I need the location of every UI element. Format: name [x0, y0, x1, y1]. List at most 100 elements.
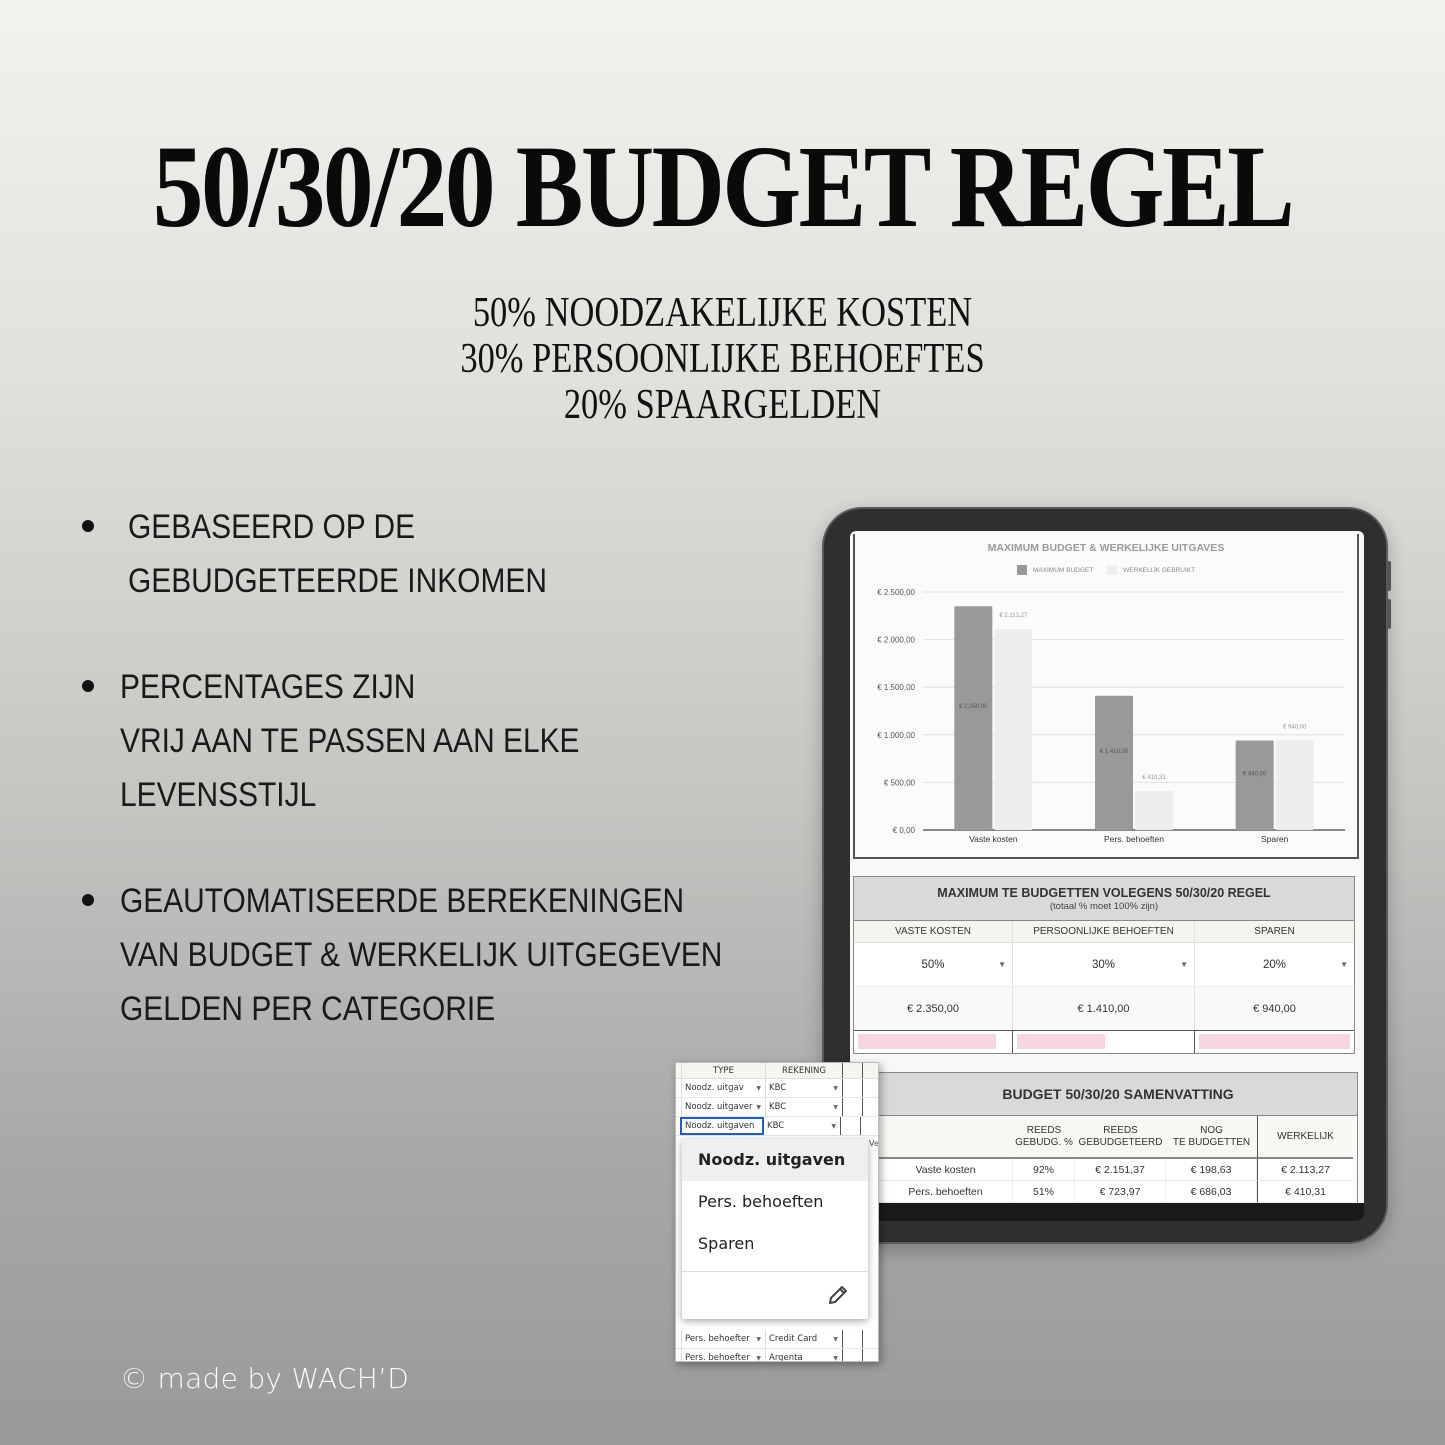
dropdown-caret-icon: ▼: [833, 1354, 838, 1362]
tablet-device: MAXIMUM BUDGET & WERKELIJKE UITGAVES MAX…: [822, 507, 1391, 1244]
type-cell-selected[interactable]: Noodz. uitgaven: [680, 1117, 764, 1135]
subtitle-line-wants: 30% PERSOONLIJKE BEHOEFTES: [460, 336, 985, 382]
sheet-header-row: TYPE REKENING: [676, 1063, 878, 1079]
sheet-row-selected: Noodz. uitgaven KBC ▼: [676, 1117, 878, 1136]
tablet-screen: MAXIMUM BUDGET & WERKELIJKE UITGAVES MAX…: [850, 531, 1364, 1221]
bar-chart: € 0,00 € 500,00 € 1.000,00 € 1.500,00 € 2.00…: [877, 588, 1345, 844]
feature-item: GEBASEERD OP DE GEBUDGETEERDE INKOMEN: [82, 500, 604, 608]
dropdown-caret-icon: ▼: [833, 1084, 838, 1092]
type-cell[interactable]: Noodz. uitgav ▼: [682, 1079, 766, 1097]
screen-bottom-bezel: [850, 1203, 1364, 1221]
credit-text: © made by WACH’D: [120, 1362, 410, 1395]
amount-row: € 2.350,00 € 1.410,00 € 940,00: [854, 987, 1354, 1031]
bar-budget: [1095, 695, 1133, 830]
progress-row: [854, 1031, 1354, 1053]
type-cell[interactable]: Pers. behoefter ▼: [682, 1330, 766, 1348]
sheet-row: Noodz. uitgav ▼ KBC ▼: [676, 1079, 878, 1098]
summary-cell: € 723,97: [1075, 1181, 1166, 1203]
dropdown-caret-icon: ▼: [756, 1084, 761, 1092]
summary-cell: € 2.151,37: [1075, 1159, 1166, 1181]
volume-up-button: [1387, 561, 1391, 591]
pencil-edit-icon[interactable]: [826, 1283, 850, 1307]
dropdown-caret-icon: ▼: [833, 1335, 838, 1343]
budget-column-headers: VASTE KOSTEN PERSOONLIJKE BEHOEFTEN SPAR…: [854, 921, 1354, 943]
volume-down-button: [1387, 599, 1391, 629]
bar-data-label: € 1.410,00: [1100, 749, 1129, 755]
summary-header-cell: WERKELIJK: [1257, 1116, 1353, 1159]
y-tick-label: € 0,00: [893, 826, 916, 835]
summary-cell: 51%: [1013, 1181, 1075, 1203]
bar-data-label: € 2.113,27: [999, 613, 1028, 619]
percent-row: 50% ▼ 30% ▼ 20% ▼: [854, 943, 1354, 987]
rekening-cell[interactable]: Credit Card ▼: [766, 1330, 843, 1348]
bar-data-label: € 940,00: [1243, 771, 1267, 777]
sheet-row: Pers. behoefter ▼ Credit Card ▼: [676, 1330, 878, 1349]
summary-cell: € 2.113,27: [1257, 1159, 1353, 1181]
dropdown-caret-icon: ▼: [833, 1103, 838, 1111]
dropdown-caret-icon: ▼: [1180, 960, 1188, 969]
progress-bar-vaste-kosten: [858, 1034, 996, 1049]
summary-header-cell: [879, 1116, 1013, 1159]
bullet-icon: [82, 680, 94, 692]
type-cell[interactable]: Noodz. uitgaver ▼: [682, 1098, 766, 1116]
menu-option-noodz-uitgaven[interactable]: Noodz. uitgaven: [682, 1139, 868, 1181]
y-tick-label: € 1.500,00: [877, 683, 915, 692]
chart-panel: MAXIMUM BUDGET & WERKELIJKE UITGAVES MAX…: [853, 534, 1359, 859]
y-tick-label: € 2.000,00: [877, 636, 915, 645]
dropdown-caret-icon: ▼: [831, 1122, 836, 1130]
bar-actual: [994, 628, 1033, 830]
y-tick-label: € 500,00: [884, 778, 916, 787]
column-header-rekening: REKENING: [766, 1063, 843, 1078]
bar-data-label: € 2.350,00: [959, 704, 988, 710]
summary-cell: € 686,03: [1166, 1181, 1257, 1203]
percent-select-sparen[interactable]: 20% ▼: [1195, 943, 1354, 986]
dropdown-caret-icon: ▼: [1340, 960, 1348, 969]
bullet-icon: [82, 894, 94, 906]
bar-data-label: € 410,31: [1142, 775, 1166, 781]
sheet-row: Noodz. uitgaver ▼ KBC ▼: [676, 1098, 878, 1117]
bullet-icon: [82, 520, 94, 532]
rekening-cell[interactable]: KBC ▼: [764, 1117, 841, 1135]
subtitle: 50% NOODZAKELIJKE KOSTEN 30% PERSOONLIJK…: [130, 290, 1315, 428]
budget-table-header: MAXIMUM TE BUDGETTEN VOLEGENS 50/30/20 R…: [854, 877, 1354, 921]
progress-bar-sparen: [1199, 1034, 1350, 1049]
rekening-cell[interactable]: Argenta ▼: [766, 1349, 843, 1362]
summary-header-cell: NOG TE BUDGETTEN: [1166, 1116, 1257, 1159]
progress-bar-persoonlijke-behoeften: [1017, 1034, 1106, 1049]
summary-cell: € 410,31: [1257, 1181, 1353, 1203]
summary-row-label: Vaste kosten: [879, 1159, 1013, 1181]
summary-table: BUDGET 50/30/20 SAMENVATTING REEDS GEBUDG…: [878, 1072, 1358, 1221]
summary-cell: 92%: [1013, 1159, 1075, 1181]
y-tick-label: € 1.000,00: [877, 731, 915, 740]
dropdown-caret-icon: ▼: [756, 1335, 761, 1343]
rekening-cell[interactable]: KBC ▼: [766, 1098, 843, 1116]
percent-select-persoonlijke-behoeften[interactable]: 30% ▼: [1013, 943, 1195, 986]
subtitle-line-savings: 20% SPAARGELDEN: [563, 382, 882, 428]
sheet-row: Pers. behoefter ▼ Argenta ▼: [676, 1349, 878, 1362]
bar-actual: [1135, 790, 1173, 830]
bar-budget: [954, 606, 993, 830]
feature-item: GEAUTOMATISEERDE BEREKENINGEN VAN BUDGET…: [82, 874, 805, 1036]
feature-item: PERCENTAGES ZIJN VRIJ AAN TE PASSEN AAN …: [82, 660, 642, 822]
dropdown-caret-icon: ▼: [756, 1354, 761, 1362]
x-tick-label: Sparen: [1261, 834, 1289, 844]
y-tick-label: € 2.500,00: [877, 588, 915, 597]
dropdown-caret-icon: ▼: [756, 1103, 761, 1111]
type-cell[interactable]: Pers. behoefter ▼: [682, 1349, 766, 1362]
menu-option-sparen[interactable]: Sparen: [682, 1223, 868, 1265]
column-header-type: TYPE: [682, 1063, 766, 1078]
type-dropdown-menu: Noodz. uitgaven Pers. behoeften Sparen: [682, 1139, 868, 1319]
page-title: 50/30/20 BUDGET REGEL: [152, 121, 1295, 252]
menu-divider: [682, 1271, 868, 1272]
subtitle-line-needs: 50% NOODZAKELIJKE KOSTEN: [472, 290, 973, 336]
bar-budget: [1235, 740, 1274, 830]
dropdown-caret-icon: ▼: [998, 960, 1006, 969]
bar-actual: [1275, 740, 1314, 830]
summary-header-cell: REEDS GEBUDGETEERD: [1075, 1116, 1166, 1159]
summary-header-cell: REEDS GEBUDG. %: [1013, 1116, 1075, 1159]
menu-option-pers-behoeften[interactable]: Pers. behoeften: [682, 1181, 868, 1223]
summary-cell: € 198,63: [1166, 1159, 1257, 1181]
budget-allocation-table: MAXIMUM TE BUDGETTEN VOLEGENS 50/30/20 R…: [853, 876, 1355, 1054]
percent-select-vaste-kosten[interactable]: 50% ▼: [854, 943, 1013, 986]
rekening-cell[interactable]: KBC ▼: [766, 1079, 843, 1097]
